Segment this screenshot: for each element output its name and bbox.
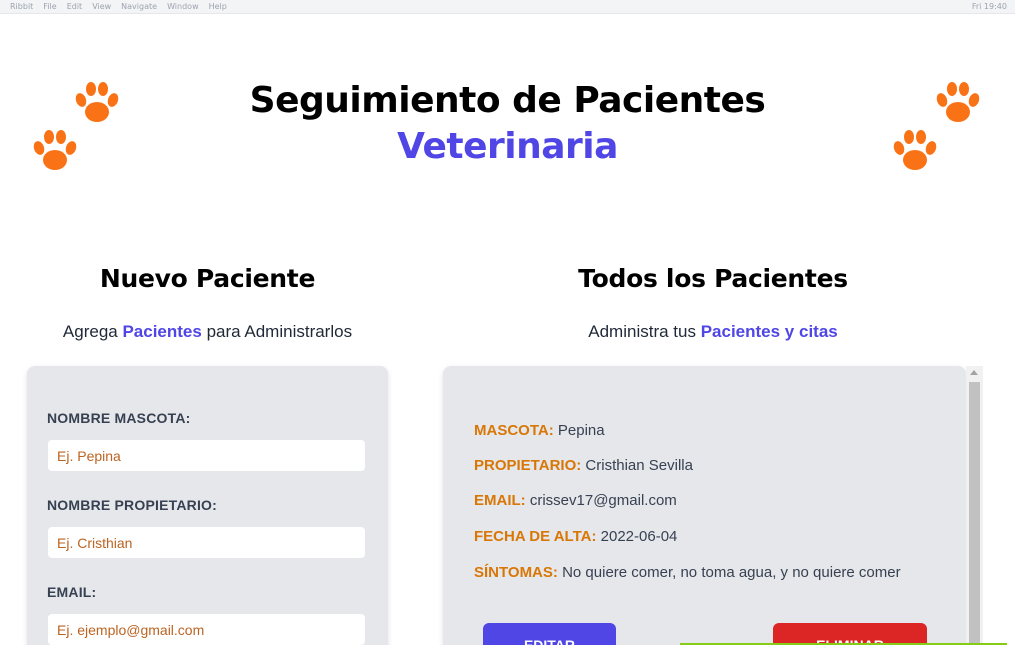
subtitle-prefix: Administra tus [588,322,701,341]
edit-button[interactable]: EDITAR [483,623,616,645]
menu-item[interactable]: Navigate [121,2,157,11]
menu-item[interactable]: Edit [67,2,83,11]
pet-name-label: NOMBRE MASCOTA: [47,410,191,426]
menu-item[interactable]: File [43,2,56,11]
patient-date: FECHA DE ALTA: 2022-06-04 [474,528,677,545]
field-key: PROPIETARIO: [474,457,582,474]
system-menubar: Ribbit File Edit View Navigate Window He… [0,0,1015,14]
field-value: Cristhian Sevilla [585,457,693,474]
field-key: SÍNTOMAS: [474,564,558,581]
subtitle-prefix: Agrega [62,322,123,341]
page-title-accent: Veterinaria [397,126,618,167]
field-value: No quiere comer, no toma agua, y no quie… [562,564,901,581]
pet-name-input[interactable] [47,439,366,472]
page-title-main: Seguimiento de Pacientes [249,80,766,121]
menu-item[interactable]: Window [167,2,199,11]
form-section-title: Nuevo Paciente [99,264,316,293]
page-title: Seguimiento de Pacientes Veterinaria [0,78,1015,170]
menu-item[interactable]: Help [209,2,227,11]
delete-button[interactable]: ELIMINAR [773,623,927,645]
patient-pet-name: MASCOTA: Pepina [474,422,605,439]
subtitle-highlight: Pacientes y citas [700,322,838,341]
field-value: 2022-06-04 [600,528,678,545]
list-section-title: Todos los Pacientes [578,264,848,293]
menu-item[interactable]: View [92,2,111,11]
field-key: EMAIL: [474,492,526,509]
menu-item[interactable]: Ribbit [10,2,33,11]
owner-name-label: NOMBRE PROPIETARIO: [47,497,217,513]
form-section-subtitle: Agrega Pacientes para Administrarlos [27,322,388,342]
owner-name-input[interactable] [47,526,366,559]
subtitle-highlight: Pacientes [122,322,202,341]
page-header: Seguimiento de Pacientes Veterinaria [0,78,1015,170]
list-section-subtitle: Administra tus Pacientes y citas [443,322,983,342]
patient-email: EMAIL: crissev17@gmail.com [474,492,677,509]
scrollbar-thumb[interactable] [969,382,980,645]
scroll-up-arrow-icon[interactable] [970,370,978,375]
patient-symptoms: SÍNTOMAS: No quiere comer, no toma agua,… [474,564,901,581]
field-value: Pepina [557,422,605,439]
field-key: MASCOTA: [474,422,554,439]
patient-card: MASCOTA: Pepina PROPIETARIO: Cristhian S… [443,366,966,645]
field-value: crissev17@gmail.com [529,492,677,509]
email-input[interactable] [47,613,366,645]
email-label: EMAIL: [47,584,97,600]
scrollbar[interactable] [966,366,983,645]
field-key: FECHA DE ALTA: [474,528,597,545]
patient-owner: PROPIETARIO: Cristhian Sevilla [474,457,693,474]
new-patient-form: NOMBRE MASCOTA: NOMBRE PROPIETARIO: EMAI… [27,366,388,645]
clock: Fri 19:40 [971,2,1007,11]
subtitle-suffix: para Administrarlos [201,322,353,341]
